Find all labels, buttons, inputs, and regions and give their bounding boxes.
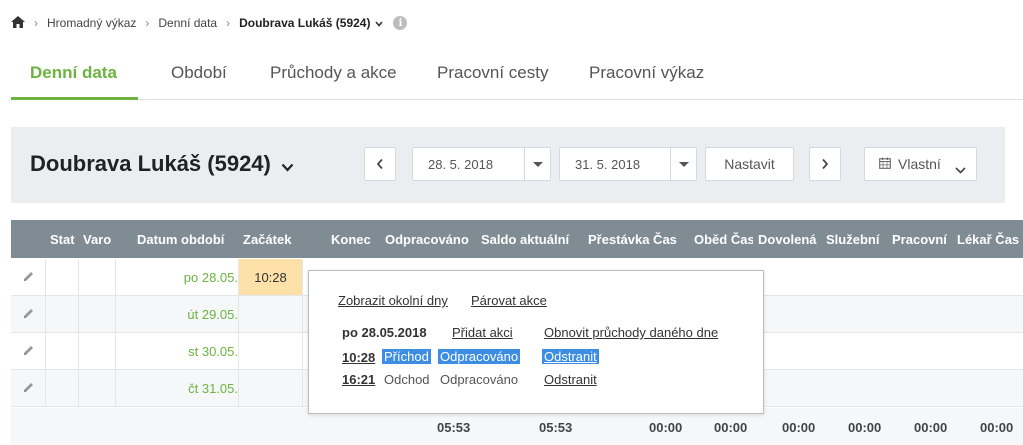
- delete-event-link[interactable]: Odstranit: [542, 349, 599, 364]
- total-prestavka-cas: 00:00: [649, 420, 683, 435]
- add-action-link[interactable]: Přidat akci: [452, 325, 513, 340]
- period-range-value: Vlastní: [898, 156, 941, 172]
- column-header-prestavka-cas[interactable]: Přestávka Čas: [588, 232, 684, 247]
- chevron-down-icon[interactable]: [375, 16, 384, 30]
- total-dovolena: 00:00: [782, 420, 816, 435]
- total-sluzebni: 00:00: [848, 420, 882, 435]
- column-header-zacatek[interactable]: Začátek: [243, 232, 303, 247]
- tab-obdobi[interactable]: Období: [171, 52, 227, 99]
- column-header-lekar-cas[interactable]: Lékař Čas: [957, 232, 1023, 247]
- day-actions-popup: Zobrazit okolní dny Párovat akce po 28.0…: [308, 270, 764, 414]
- chevron-right-icon: [822, 158, 829, 170]
- column-header-sluzebni[interactable]: Služební: [826, 232, 886, 247]
- pencil-icon[interactable]: [22, 381, 35, 399]
- refresh-passages-link[interactable]: Obnovit průchody daného dne: [544, 325, 718, 340]
- event-status: Odpracováno: [438, 349, 521, 364]
- column-header-pracovni[interactable]: Pracovní: [892, 232, 952, 247]
- tab-pruchody-a-akce[interactable]: Průchody a akce: [270, 52, 397, 99]
- event-type: Příchod: [382, 349, 431, 364]
- column-header-odpracovano[interactable]: Odpracováno: [385, 232, 475, 247]
- breadcrumb-item-hromadny-vykaz[interactable]: Hromadný výkaz: [47, 16, 136, 30]
- date-from-picker[interactable]: 28. 5. 2018: [412, 147, 551, 181]
- column-header-stat[interactable]: Stat: [50, 232, 78, 247]
- row-date[interactable]: st 30.05.: [116, 344, 238, 359]
- row-date[interactable]: čt 31.05.: [116, 381, 238, 396]
- column-header-datum-obdobi[interactable]: Datum období: [137, 232, 237, 247]
- person-name: Doubrava Lukáš (5924): [30, 151, 271, 176]
- chevron-right-icon: ›: [34, 16, 38, 30]
- tab-pracovni-vykaz[interactable]: Pracovní výkaz: [589, 52, 704, 99]
- pair-actions-link[interactable]: Párovat akce: [471, 293, 547, 308]
- delete-event-link[interactable]: Odstranit: [544, 372, 597, 387]
- column-header-saldo-aktualni[interactable]: Saldo aktuální: [481, 232, 579, 247]
- date-from-value: 28. 5. 2018: [428, 156, 494, 172]
- set-button[interactable]: Nastavit: [705, 147, 794, 181]
- event-type: Odchod: [384, 372, 430, 387]
- table-header: Stat Varo Datum období Začátek Konec Odp…: [11, 220, 1023, 258]
- total-saldo-aktualni: 05:53: [539, 420, 573, 435]
- info-icon[interactable]: i: [393, 16, 408, 30]
- caret-down-icon[interactable]: [670, 148, 696, 180]
- show-surrounding-days-link[interactable]: Zobrazit okolní dny: [338, 293, 448, 308]
- chevron-right-icon: ›: [226, 16, 231, 30]
- breadcrumb: › Hromadný výkaz › Denní data › Doubrava…: [11, 14, 408, 32]
- breadcrumb-item-denni-data[interactable]: Denní data: [158, 16, 217, 30]
- previous-period-button[interactable]: [364, 147, 396, 181]
- event-time-link[interactable]: 10:28: [342, 350, 375, 365]
- calendar-icon: [879, 156, 891, 172]
- pencil-icon[interactable]: [22, 270, 35, 288]
- column-header-obed-cas[interactable]: Oběd Čas: [694, 232, 753, 247]
- popup-day-title: po 28.05.2018: [342, 325, 427, 340]
- pencil-icon[interactable]: [22, 307, 35, 325]
- chevron-right-icon: ›: [145, 16, 150, 30]
- row-date[interactable]: po 28.05.: [116, 270, 238, 285]
- home-icon[interactable]: [11, 15, 25, 31]
- date-to-value: 31. 5. 2018: [575, 156, 641, 172]
- chevron-down-icon: [955, 161, 966, 177]
- total-obed-cas: 00:00: [714, 420, 748, 435]
- breadcrumb-current-person[interactable]: Doubrava Lukáš (5924): [239, 16, 370, 30]
- caret-down-icon[interactable]: [524, 148, 550, 180]
- chevron-left-icon: [376, 158, 383, 170]
- total-pracovni: 00:00: [914, 420, 948, 435]
- column-header-dovolena[interactable]: Dovolená: [758, 232, 822, 247]
- tab-bar: Denní data Období Průchody a akce Pracov…: [11, 52, 1023, 100]
- total-odpracovano: 05:53: [437, 420, 471, 435]
- tab-pracovni-cesty[interactable]: Pracovní cesty: [437, 52, 549, 99]
- event-status: Odpracováno: [440, 372, 519, 387]
- chevron-down-icon: [281, 152, 294, 178]
- filter-bar: Doubrava Lukáš (5924) 28. 5. 2018 31. 5.…: [11, 127, 1005, 203]
- event-time-link[interactable]: 16:21: [342, 372, 375, 387]
- next-period-button[interactable]: [809, 147, 841, 181]
- pencil-icon[interactable]: [22, 344, 35, 362]
- period-range-select[interactable]: Vlastní: [864, 147, 977, 181]
- row-date[interactable]: út 29.05.: [116, 307, 238, 322]
- row-start-time[interactable]: 10:28: [239, 259, 302, 295]
- column-header-varovani[interactable]: Varo: [83, 232, 115, 247]
- total-lekar-cas: 00:00: [980, 420, 1014, 435]
- person-selector[interactable]: Doubrava Lukáš (5924): [30, 151, 294, 178]
- column-header-konec[interactable]: Konec: [331, 232, 379, 247]
- tab-denni-data[interactable]: Denní data: [11, 52, 138, 100]
- date-to-picker[interactable]: 31. 5. 2018: [559, 147, 697, 181]
